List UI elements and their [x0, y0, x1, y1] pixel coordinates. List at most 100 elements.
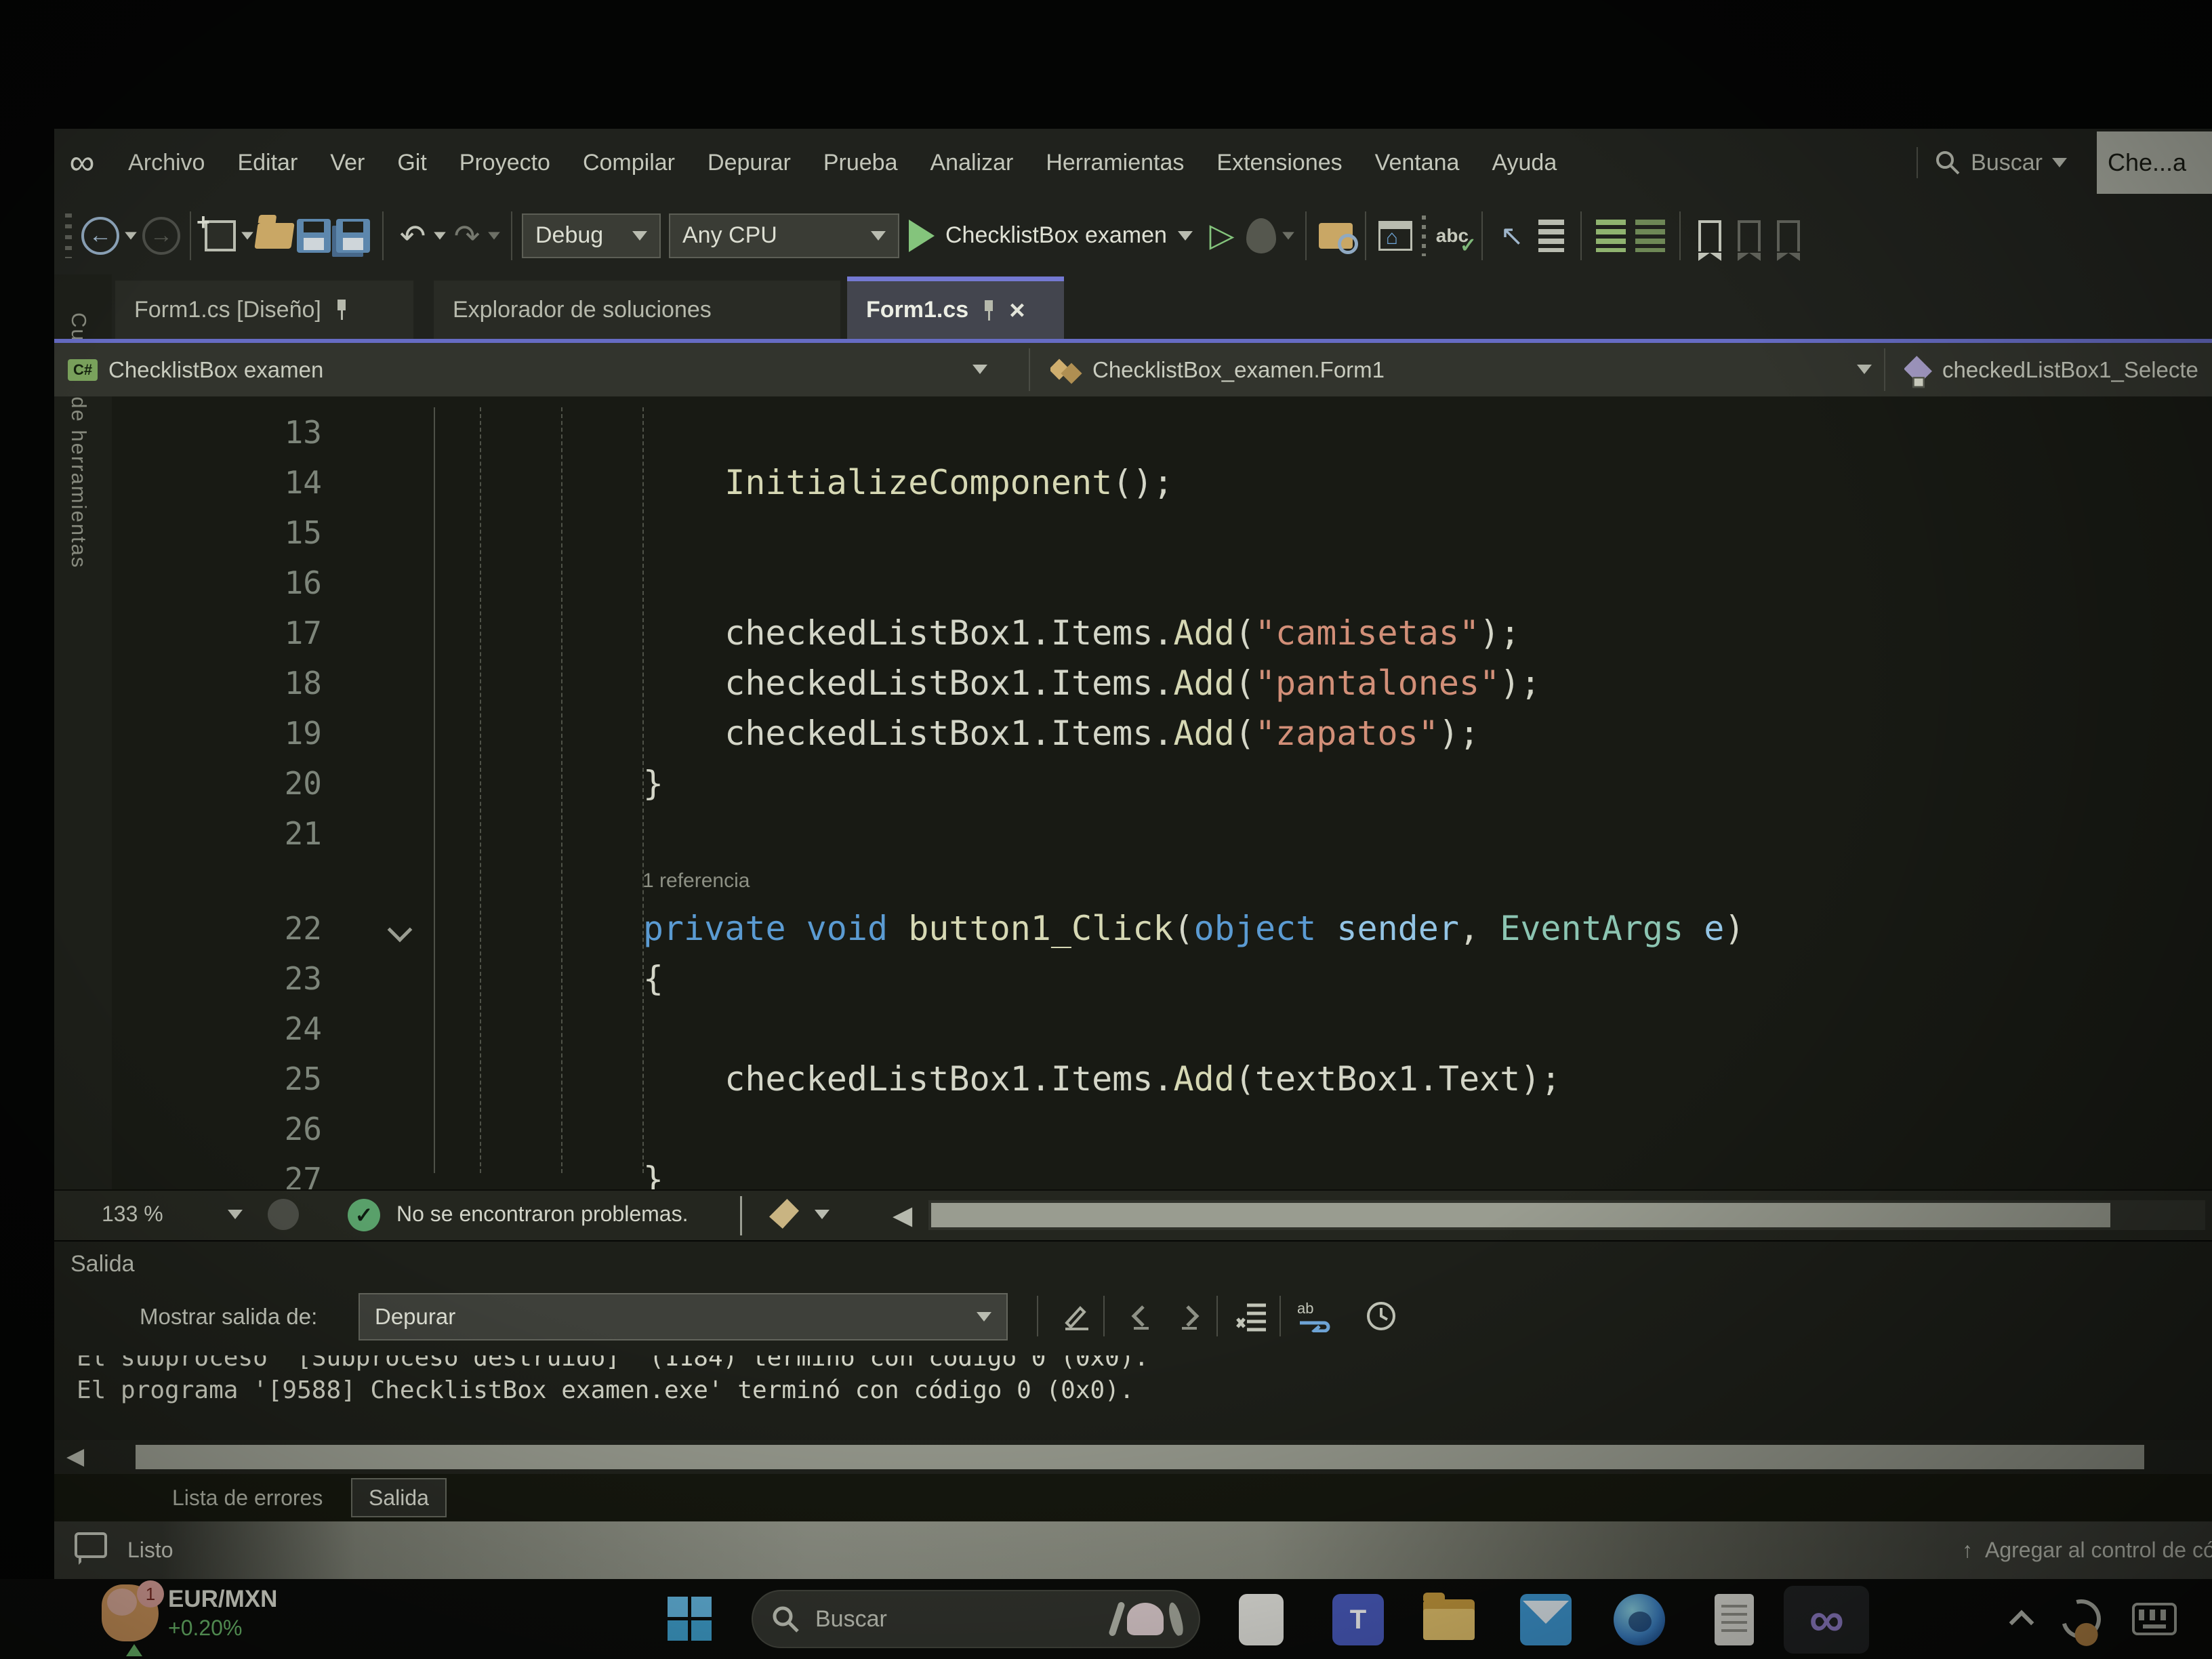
health-check-icon[interactable]: ✓: [348, 1199, 380, 1231]
scrollbar-thumb[interactable]: [931, 1203, 2110, 1227]
code-line[interactable]: 13: [112, 407, 2212, 457]
uncomment-lines-button[interactable]: [1631, 216, 1670, 255]
clear-all-icon[interactable]: [1233, 1297, 1271, 1335]
code-line[interactable]: 25 checkedListBox1.Items.Add(textBox1.Te…: [112, 1054, 2212, 1104]
menu-item-analizar[interactable]: Analizar: [914, 140, 1030, 186]
close-icon[interactable]: ×: [1009, 297, 1025, 324]
code-line[interactable]: 15: [112, 508, 2212, 558]
code-cleanup-icon[interactable]: [769, 1199, 799, 1229]
word-wrap-icon[interactable]: ab: [1296, 1297, 1334, 1335]
member-dropdown[interactable]: checkedListBox1_Selecte: [1904, 343, 2212, 396]
solution-explorer-sync-button[interactable]: [1376, 216, 1415, 255]
app-icon-visual-studio-active[interactable]: ∞: [1784, 1586, 1869, 1654]
solution-platform-dropdown[interactable]: Any CPU: [669, 213, 899, 258]
save-all-button[interactable]: [333, 216, 373, 255]
menu-item-extensiones[interactable]: Extensiones: [1200, 140, 1358, 186]
menu-item-ayuda[interactable]: Ayuda: [1475, 140, 1573, 186]
menu-item-editar[interactable]: Editar: [221, 140, 314, 186]
project-dropdown[interactable]: C# ChecklistBox examen: [68, 343, 969, 396]
tray-keyboard-icon[interactable]: [2132, 1603, 2177, 1635]
code-line[interactable]: 16: [112, 558, 2212, 608]
next-message-icon[interactable]: [1171, 1297, 1209, 1335]
tab-form1-designer[interactable]: Form1.cs [Diseño]: [115, 281, 413, 339]
search-control[interactable]: Buscar: [1934, 149, 2067, 176]
navigate-back-button[interactable]: ←: [81, 217, 119, 255]
add-to-source-control[interactable]: ↑ Agregar al control de código: [1962, 1538, 2212, 1563]
menu-item-prueba[interactable]: Prueba: [807, 140, 914, 186]
zoom-caret-icon[interactable]: [228, 1210, 243, 1219]
code-line[interactable]: 26: [112, 1104, 2212, 1154]
spell-check-button[interactable]: abc: [1433, 216, 1472, 255]
tab-form1-code[interactable]: Form1.cs ×: [847, 276, 1064, 339]
comment-lines-button[interactable]: [1591, 216, 1631, 255]
navigate-forward-button[interactable]: →: [142, 217, 180, 255]
open-folder-button[interactable]: [255, 216, 294, 255]
code-cleanup-caret-icon[interactable]: [815, 1210, 830, 1219]
pin-icon[interactable]: [983, 300, 994, 321]
code-editor[interactable]: 1314 InitializeComponent();151617 checke…: [112, 396, 2212, 1189]
tray-chevron-up-icon[interactable]: [2009, 1610, 2034, 1635]
toolbox-side-tab[interactable]: Cuadro de herramientas: [54, 274, 112, 1189]
scrollbar-thumb[interactable]: [136, 1445, 2144, 1469]
menu-item-ver[interactable]: Ver: [314, 140, 381, 186]
app-icon-edge[interactable]: [1614, 1594, 1665, 1645]
toggle-bookmark-button[interactable]: [1690, 216, 1729, 255]
editor-horizontal-scrollbar[interactable]: [928, 1200, 2205, 1230]
scroll-left-arrow-icon[interactable]: ◀: [893, 1200, 912, 1231]
output-source-dropdown[interactable]: Depurar: [359, 1293, 1008, 1340]
start-without-debugging-button[interactable]: ▷: [1202, 216, 1242, 255]
code-line[interactable]: 23 {: [112, 954, 2212, 1004]
toolbar-drag-handle[interactable]: [65, 213, 72, 258]
visual-studio-logo-icon[interactable]: ∞: [69, 142, 94, 183]
code-line[interactable]: 14 InitializeComponent();: [112, 457, 2212, 508]
new-project-button[interactable]: [201, 216, 240, 255]
code-line[interactable]: 24: [112, 1004, 2212, 1054]
code-line[interactable]: 17 checkedListBox1.Items.Add("camisetas"…: [112, 608, 2212, 658]
zoom-level-dropdown[interactable]: 133 %: [102, 1202, 163, 1227]
pin-icon[interactable]: [336, 300, 347, 320]
app-icon-file-explorer[interactable]: [1423, 1594, 1475, 1645]
type-caret-icon[interactable]: [1857, 365, 1872, 374]
next-bookmark-button[interactable]: [1769, 216, 1808, 255]
peek-definition-button[interactable]: [1532, 216, 1571, 255]
menu-item-compilar[interactable]: Compilar: [567, 140, 691, 186]
feedback-bubble-icon[interactable]: [75, 1532, 107, 1558]
collapse-chevron-icon[interactable]: [388, 918, 413, 943]
start-button[interactable]: [668, 1597, 712, 1641]
menu-item-git[interactable]: Git: [381, 140, 443, 186]
navigate-back-caret-icon[interactable]: [125, 232, 137, 239]
redo-button[interactable]: ↷: [447, 216, 487, 255]
tray-sync-icon[interactable]: [2054, 1592, 2108, 1645]
menu-item-ventana[interactable]: Ventana: [1359, 140, 1476, 186]
code-line[interactable]: 19 checkedListBox1.Items.Add("zapatos");: [112, 708, 2212, 758]
code-line[interactable]: 21: [112, 808, 2212, 859]
redo-caret-icon[interactable]: [488, 232, 500, 239]
previous-bookmark-button[interactable]: [1729, 216, 1769, 255]
code-line[interactable]: 20 }: [112, 758, 2212, 808]
menu-item-archivo[interactable]: Archivo: [112, 140, 221, 186]
start-debugging-button[interactable]: ChecklistBox examen: [909, 220, 1193, 252]
code-line[interactable]: 22 private void button1_Click(object sen…: [112, 903, 2212, 954]
go-to-definition-button[interactable]: ↖: [1492, 216, 1532, 255]
taskbar-search[interactable]: Buscar: [752, 1590, 1200, 1648]
find-in-files-button[interactable]: [1316, 216, 1355, 255]
timestamp-clock-icon[interactable]: [1362, 1297, 1400, 1335]
undo-button[interactable]: ↶: [393, 216, 432, 255]
previous-message-icon[interactable]: [1122, 1297, 1160, 1335]
hot-reload-caret-icon[interactable]: [1282, 232, 1294, 239]
live-share-icon[interactable]: [268, 1199, 299, 1230]
undo-caret-icon[interactable]: [434, 232, 446, 239]
hot-reload-button[interactable]: [1242, 216, 1281, 255]
save-button[interactable]: [294, 216, 333, 255]
panel-horizontal-scrollbar[interactable]: ◀: [54, 1440, 2212, 1474]
code-line[interactable]: 27 }: [112, 1154, 2212, 1189]
app-icon-mail[interactable]: [1520, 1594, 1572, 1645]
find-message-icon[interactable]: [1057, 1297, 1095, 1335]
scroll-left-arrow-icon[interactable]: ◀: [66, 1443, 84, 1470]
app-icon-widgets[interactable]: [1239, 1594, 1284, 1645]
app-icon-notepad[interactable]: [1715, 1594, 1754, 1645]
app-icon-teams[interactable]: T: [1332, 1594, 1384, 1645]
tab-solution-explorer[interactable]: Explorador de soluciones: [434, 281, 840, 339]
new-project-caret-icon[interactable]: [241, 232, 253, 239]
menu-item-herramientas[interactable]: Herramientas: [1029, 140, 1200, 186]
